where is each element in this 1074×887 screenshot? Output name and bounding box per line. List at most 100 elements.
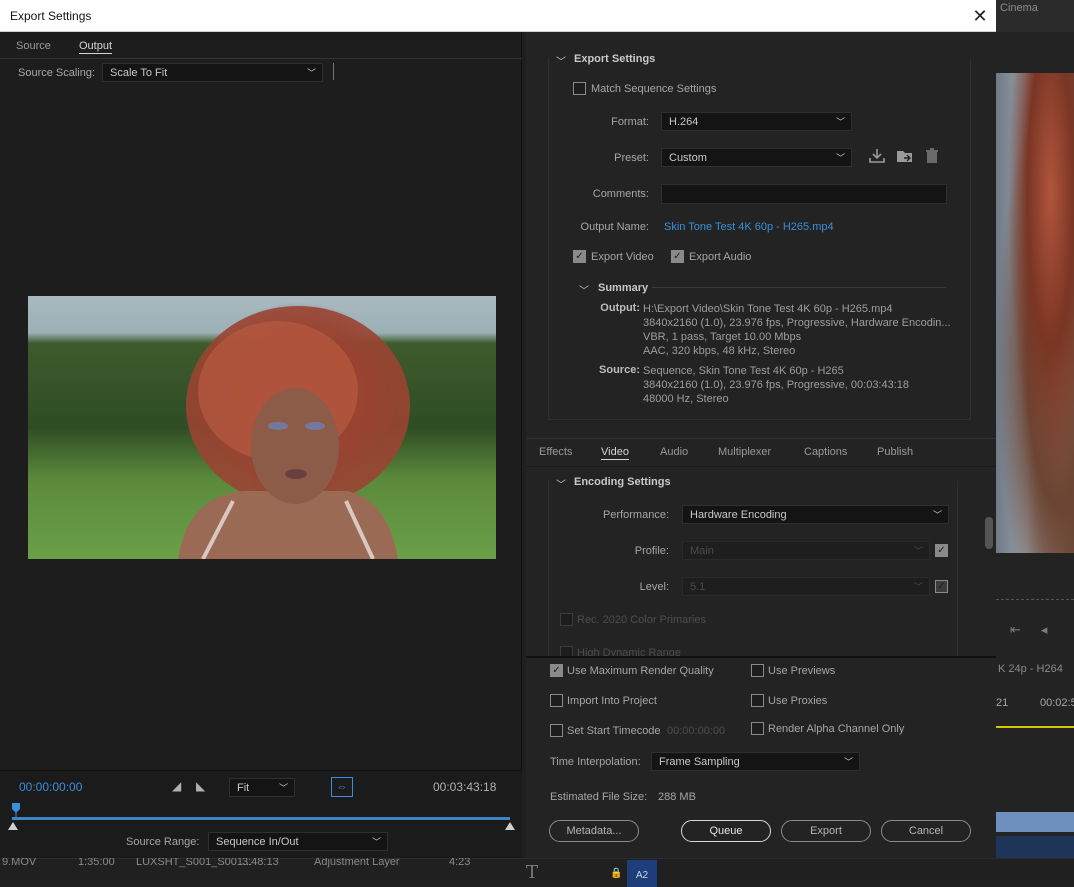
profile-match-checkbox[interactable]: ✓ — [935, 544, 948, 557]
timeline-tick-1: 21 — [996, 697, 1009, 709]
aspect-ratio-correction-icon[interactable]: ⇔ — [331, 777, 353, 797]
source-scaling-value: Scale To Fit — [110, 67, 168, 79]
performance-value: Hardware Encoding — [690, 509, 787, 521]
match-sequence-label: Match Sequence Settings — [591, 83, 717, 95]
timeline-audio-clip[interactable] — [996, 836, 1074, 858]
workspace-tab-cinema[interactable]: Cinema — [996, 0, 1074, 32]
match-sequence-checkbox[interactable] — [573, 82, 586, 95]
time-interpolation-value: Frame Sampling — [659, 756, 740, 768]
profile-dropdown[interactable]: Main ﹀ — [682, 541, 930, 560]
comments-input[interactable] — [661, 184, 947, 204]
toolbar-separator — [333, 63, 334, 80]
export-button[interactable]: Export — [781, 820, 871, 842]
summary-source-label: Source: — [599, 364, 640, 376]
time-interpolation-label: Time Interpolation: — [550, 756, 641, 768]
import-into-project-label: Import Into Project — [567, 695, 657, 707]
timeline-ruler: 21 00:02:5 — [996, 697, 1074, 709]
summary-output-text: H:\Export Video\Skin Tone Test 4K 60p - … — [643, 302, 951, 358]
rec2020-checkbox[interactable] — [560, 613, 573, 626]
queue-button[interactable]: Queue — [681, 820, 771, 842]
render-alpha-checkbox[interactable] — [751, 722, 764, 735]
zoom-level-value: Fit — [237, 782, 250, 794]
program-monitor-controls[interactable]: ⇤◂ — [1010, 622, 1067, 638]
set-in-point-icon[interactable]: ◢ — [172, 779, 181, 793]
range-in-handle[interactable] — [8, 822, 18, 830]
set-start-timecode-label: Set Start Timecode — [567, 725, 661, 737]
current-timecode[interactable]: 00:00:00:00 — [19, 780, 82, 794]
level-match-checkbox[interactable]: ✓ — [935, 580, 948, 593]
source-range-track[interactable] — [12, 817, 510, 820]
timeline-video-clip[interactable] — [996, 812, 1074, 832]
program-monitor-ruler — [996, 590, 1074, 600]
total-duration: 00:03:43:18 — [433, 780, 497, 794]
use-proxies-checkbox[interactable] — [751, 694, 764, 707]
range-out-handle[interactable] — [505, 822, 515, 830]
output-name-link[interactable]: Skin Tone Test 4K 60p - H265.mp4 — [664, 221, 834, 233]
summary-source-line: 48000 Hz, Stereo — [643, 393, 729, 405]
performance-label: Performance: — [602, 509, 669, 521]
export-settings-heading[interactable]: Export Settings — [574, 53, 655, 65]
performance-dropdown[interactable]: Hardware Encoding ﹀ — [682, 505, 949, 524]
close-button[interactable]: ✕ — [966, 3, 994, 29]
format-dropdown[interactable]: H.264 ﹀ — [661, 112, 852, 131]
chevron-down-icon: ﹀ — [913, 546, 923, 556]
tab-captions[interactable]: Captions — [804, 446, 847, 458]
source-scaling-label: Source Scaling: — [18, 67, 96, 79]
track-a2-target[interactable]: A2 — [627, 860, 657, 887]
time-interpolation-dropdown[interactable]: Frame Sampling ﹀ — [651, 752, 860, 771]
cancel-button[interactable]: Cancel — [881, 820, 971, 842]
level-dropdown[interactable]: 5.1 ﹀ — [682, 577, 930, 596]
dialog-title: Export Settings — [10, 9, 92, 23]
source-range-value: Sequence In/Out — [216, 836, 299, 848]
import-preset-icon[interactable] — [896, 148, 914, 167]
summary-source-line: 3840x2160 (1.0), 23.976 fps, Progressive… — [643, 379, 910, 391]
timeline-tick-2: 00:02:5 — [1040, 697, 1074, 709]
tab-video[interactable]: Video — [601, 446, 629, 460]
chevron-down-icon: ﹀ — [278, 783, 288, 793]
preset-dropdown[interactable]: Custom ﹀ — [661, 148, 852, 167]
delete-preset-icon[interactable] — [924, 148, 940, 167]
zoom-level-dropdown[interactable]: Fit ﹀ — [229, 778, 295, 797]
hdr-checkbox[interactable] — [560, 646, 573, 656]
summary-source-line: Sequence, Skin Tone Test 4K 60p - H265 — [643, 365, 844, 377]
chevron-down-icon[interactable]: ﹀ — [556, 476, 566, 491]
profile-value: Main — [690, 545, 714, 557]
import-into-project-checkbox[interactable] — [550, 694, 563, 707]
source-range-dropdown[interactable]: Sequence In/Out ﹀ — [208, 832, 388, 851]
output-name-label: Output Name: — [580, 221, 649, 233]
use-proxies-label: Use Proxies — [768, 695, 828, 707]
type-tool-icon[interactable]: T — [526, 862, 538, 883]
metadata-button[interactable]: Metadata... — [549, 820, 639, 842]
timeline-work-area-bar — [996, 726, 1074, 728]
preset-label: Preset: — [614, 152, 649, 164]
save-preset-icon[interactable] — [868, 148, 886, 167]
hdr-row-clip: High Dynamic Range — [560, 646, 960, 656]
tab-effects[interactable]: Effects — [539, 446, 572, 458]
settings-scrollbar[interactable] — [985, 517, 993, 549]
tab-source[interactable]: Source — [16, 40, 51, 52]
set-out-point-icon[interactable]: ◣ — [196, 779, 205, 793]
max-render-quality-checkbox[interactable]: ✓ — [550, 664, 563, 677]
tab-publish[interactable]: Publish — [877, 446, 913, 458]
sequence-label: K 24p - H264 — [998, 663, 1063, 675]
start-timecode-field[interactable]: 00:00:00:00 — [667, 725, 725, 737]
output-preview-frame — [28, 296, 496, 559]
export-audio-checkbox[interactable]: ✓ — [671, 250, 684, 263]
tab-multiplexer[interactable]: Multiplexer — [718, 446, 771, 458]
estimated-file-size-label: Estimated File Size: — [550, 791, 648, 803]
tab-audio[interactable]: Audio — [660, 446, 688, 458]
chevron-down-icon: ﹀ — [913, 582, 923, 592]
tab-output[interactable]: Output — [79, 40, 113, 54]
chevron-down-icon[interactable]: ﹀ — [556, 53, 566, 68]
use-previews-checkbox[interactable] — [751, 664, 764, 677]
playhead-icon[interactable] — [12, 803, 20, 817]
summary-heading[interactable]: Summary — [598, 282, 648, 294]
encoding-settings-heading[interactable]: Encoding Settings — [574, 476, 671, 488]
export-video-checkbox[interactable]: ✓ — [573, 250, 586, 263]
comments-label: Comments: — [592, 188, 649, 200]
summary-output-line: H:\Export Video\Skin Tone Test 4K 60p - … — [643, 303, 893, 315]
summary-source-text: Sequence, Skin Tone Test 4K 60p - H265 3… — [643, 364, 909, 406]
chevron-down-icon[interactable]: ﹀ — [579, 282, 589, 297]
set-start-timecode-checkbox[interactable] — [550, 724, 563, 737]
source-scaling-dropdown[interactable]: Scale To Fit ﹀ — [102, 63, 323, 82]
